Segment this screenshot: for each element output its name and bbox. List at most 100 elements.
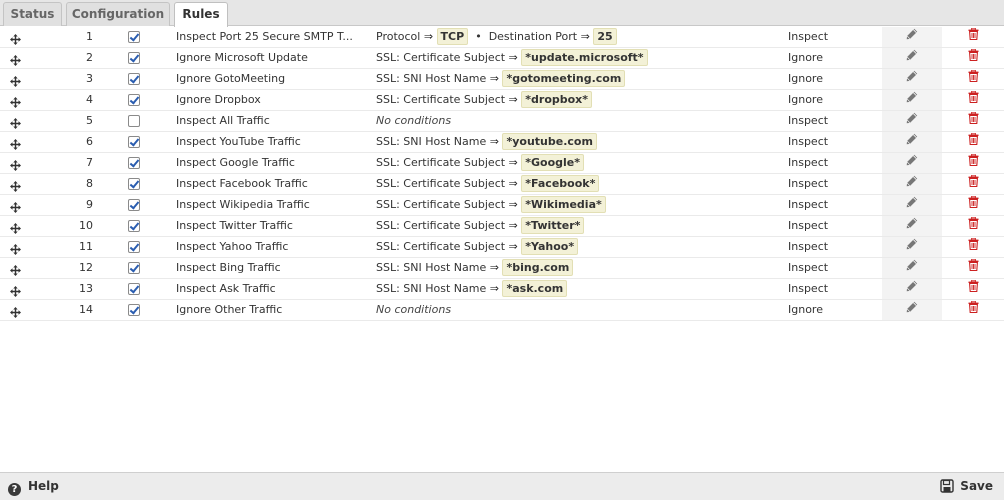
enabled-cell: [128, 27, 142, 47]
drag-handle[interactable]: [0, 300, 30, 320]
edit-cell: [882, 216, 942, 236]
pencil-icon[interactable]: [906, 132, 918, 152]
trash-icon[interactable]: [968, 300, 979, 320]
enabled-checkbox[interactable]: [128, 241, 140, 253]
drag-handle[interactable]: [0, 258, 30, 278]
drag-handle[interactable]: [0, 216, 30, 236]
edit-cell: [882, 300, 942, 320]
move-arrows-icon[interactable]: [9, 53, 21, 66]
enabled-checkbox[interactable]: [128, 304, 140, 316]
pencil-icon[interactable]: [906, 48, 918, 68]
move-arrows-icon[interactable]: [9, 116, 21, 129]
rule-action: Inspect: [788, 198, 829, 211]
condition-key: SSL: SNI Host Name ⇒: [376, 135, 499, 148]
enabled-cell: [128, 174, 142, 194]
trash-icon[interactable]: [968, 27, 979, 47]
move-arrows-icon[interactable]: [9, 95, 21, 108]
enabled-checkbox[interactable]: [128, 283, 140, 295]
enabled-checkbox[interactable]: [128, 94, 140, 106]
drag-handle[interactable]: [0, 48, 30, 68]
rule-conditions: SSL: SNI Host Name ⇒ *gotomeeting.com: [376, 69, 776, 89]
enabled-checkbox[interactable]: [128, 178, 140, 190]
drag-handle[interactable]: [0, 111, 30, 131]
drag-handle[interactable]: [0, 279, 30, 299]
condition-value: *ask.com: [502, 279, 568, 297]
pencil-icon[interactable]: [906, 237, 918, 257]
move-arrows-icon[interactable]: [9, 242, 21, 255]
trash-icon[interactable]: [968, 216, 979, 236]
drag-handle[interactable]: [0, 153, 30, 173]
delete-cell: [942, 300, 1004, 320]
trash-icon[interactable]: [968, 111, 979, 131]
trash-icon[interactable]: [968, 237, 979, 257]
move-arrows-icon[interactable]: [9, 305, 21, 318]
trash-icon[interactable]: [968, 195, 979, 215]
pencil-icon[interactable]: [906, 69, 918, 89]
edit-cell: [882, 48, 942, 68]
tab-rules[interactable]: Rules: [174, 2, 228, 27]
pencil-icon[interactable]: [906, 195, 918, 215]
pencil-icon[interactable]: [906, 300, 918, 320]
trash-icon[interactable]: [968, 174, 979, 194]
save-button[interactable]: Save: [940, 478, 993, 495]
rule-number: 8: [86, 177, 93, 190]
pencil-icon[interactable]: [906, 279, 918, 299]
enabled-checkbox[interactable]: [128, 262, 140, 274]
enabled-cell: [128, 258, 142, 278]
enabled-checkbox[interactable]: [128, 52, 140, 64]
enabled-checkbox[interactable]: [128, 220, 140, 232]
delete-cell: [942, 258, 1004, 278]
move-arrows-icon[interactable]: [9, 32, 21, 45]
tab-configuration[interactable]: Configuration: [66, 2, 170, 26]
pencil-icon[interactable]: [906, 90, 918, 110]
trash-icon[interactable]: [968, 132, 979, 152]
pencil-icon[interactable]: [906, 153, 918, 173]
trash-icon[interactable]: [968, 69, 979, 89]
delete-cell: [942, 111, 1004, 131]
trash-icon[interactable]: [968, 258, 979, 278]
enabled-checkbox[interactable]: [128, 73, 140, 85]
move-arrows-icon[interactable]: [9, 221, 21, 234]
drag-handle[interactable]: [0, 237, 30, 257]
move-arrows-icon[interactable]: [9, 179, 21, 192]
help-button[interactable]: ? Help: [8, 478, 59, 496]
pencil-icon[interactable]: [906, 258, 918, 278]
enabled-checkbox[interactable]: [128, 157, 140, 169]
edit-cell: [882, 153, 942, 173]
drag-handle[interactable]: [0, 27, 30, 47]
condition-key: SSL: SNI Host Name ⇒: [376, 261, 499, 274]
trash-icon[interactable]: [968, 153, 979, 173]
delete-cell: [942, 48, 1004, 68]
pencil-icon[interactable]: [906, 174, 918, 194]
rule-number: 10: [79, 219, 93, 232]
move-arrows-icon[interactable]: [9, 263, 21, 276]
rule-action: Inspect: [788, 240, 829, 253]
rule-conditions: SSL: SNI Host Name ⇒ *ask.com: [376, 279, 776, 299]
drag-handle[interactable]: [0, 69, 30, 89]
enabled-checkbox[interactable]: [128, 31, 140, 43]
enabled-checkbox[interactable]: [128, 199, 140, 211]
condition-value: 25: [593, 27, 617, 45]
pencil-icon[interactable]: [906, 111, 918, 131]
move-arrows-icon[interactable]: [9, 284, 21, 297]
drag-handle[interactable]: [0, 195, 30, 215]
trash-icon[interactable]: [968, 279, 979, 299]
move-arrows-icon[interactable]: [9, 158, 21, 171]
tab-status[interactable]: Status: [3, 2, 62, 26]
pencil-icon[interactable]: [906, 216, 918, 236]
enabled-checkbox[interactable]: [128, 115, 140, 127]
delete-cell: [942, 279, 1004, 299]
move-arrows-icon[interactable]: [9, 137, 21, 150]
move-arrows-icon[interactable]: [9, 200, 21, 213]
condition-key: SSL: Certificate Subject ⇒: [376, 156, 518, 169]
drag-handle[interactable]: [0, 132, 30, 152]
trash-icon[interactable]: [968, 48, 979, 68]
enabled-checkbox[interactable]: [128, 136, 140, 148]
pencil-icon[interactable]: [906, 27, 918, 47]
table-row: 11 Inspect Yahoo Traffic SSL: Certificate …: [0, 237, 1004, 258]
table-row: 7 Inspect Google Traffic SSL: Certificate …: [0, 153, 1004, 174]
trash-icon[interactable]: [968, 90, 979, 110]
move-arrows-icon[interactable]: [9, 74, 21, 87]
drag-handle[interactable]: [0, 90, 30, 110]
drag-handle[interactable]: [0, 174, 30, 194]
